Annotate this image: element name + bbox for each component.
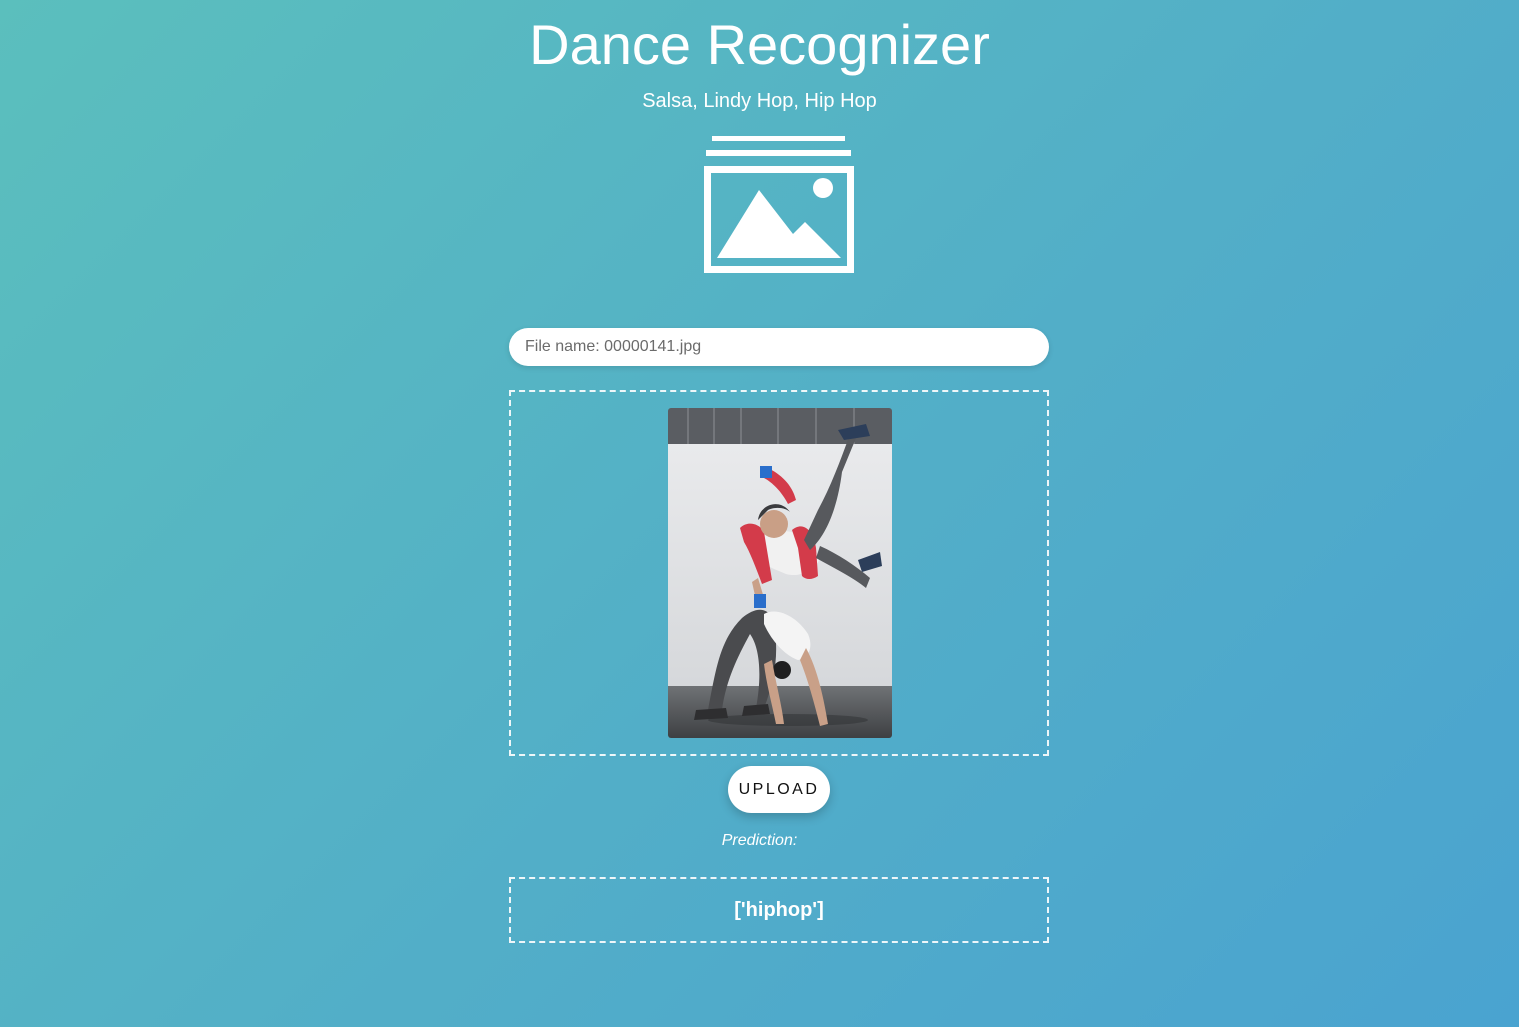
file-name-field[interactable] bbox=[509, 328, 1049, 366]
prediction-result: ['hiphop'] bbox=[734, 898, 824, 921]
prediction-result-box: ['hiphop'] bbox=[509, 877, 1049, 943]
uploaded-image-preview bbox=[668, 408, 892, 738]
page-subtitle: Salsa, Lindy Hop, Hip Hop bbox=[642, 90, 877, 112]
image-gallery-icon bbox=[704, 136, 854, 273]
page-title: Dance Recognizer bbox=[529, 13, 990, 76]
prediction-label: Prediction: bbox=[721, 832, 798, 849]
image-drop-zone[interactable] bbox=[509, 390, 1049, 756]
upload-button[interactable]: UPLOAD bbox=[728, 766, 830, 813]
